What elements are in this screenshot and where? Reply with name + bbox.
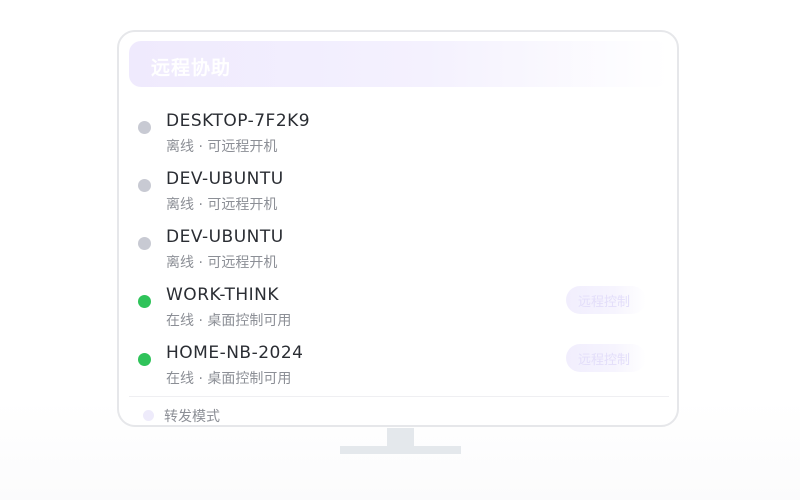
- relay-mode-toggle[interactable]: 转发模式: [119, 404, 677, 425]
- monitor-frame: 远程协助 DESKTOP-7F2K9 离线 · 可远程开机 DEV-UBUNTU…: [117, 30, 679, 427]
- stage: 远程协助 DESKTOP-7F2K9 离线 · 可远程开机 DEV-UBUNTU…: [0, 0, 800, 500]
- device-status: 在线 · 桌面控制可用: [166, 371, 292, 387]
- device-row[interactable]: HOME-NB-2024 在线 · 桌面控制可用 远程控制: [119, 334, 677, 392]
- device-row[interactable]: WORK-THINK 在线 · 桌面控制可用 远程控制: [119, 276, 677, 334]
- device-status: 离线 · 可远程开机: [166, 197, 278, 213]
- device-row[interactable]: DESKTOP-7F2K9 离线 · 可远程开机: [119, 102, 677, 160]
- remote-control-button[interactable]: 远程控制: [566, 286, 646, 314]
- online-status-dot: [138, 353, 151, 366]
- remote-control-button[interactable]: 远程控制: [566, 344, 646, 372]
- device-status: 在线 · 桌面控制可用: [166, 313, 292, 329]
- online-status-dot: [138, 295, 151, 308]
- device-name: HOME-NB-2024: [166, 343, 304, 363]
- offline-status-dot: [138, 237, 151, 250]
- device-status: 离线 · 可远程开机: [166, 139, 278, 155]
- relay-mode-label: 转发模式: [164, 409, 220, 425]
- footer-divider: [129, 396, 669, 397]
- device-name: DESKTOP-7F2K9: [166, 111, 311, 131]
- device-name: DEV-UBUNTU: [166, 227, 284, 247]
- device-row[interactable]: DEV-UBUNTU 离线 · 可远程开机: [119, 218, 677, 276]
- device-name: WORK-THINK: [166, 285, 279, 305]
- relay-mode-radio-icon[interactable]: [143, 410, 154, 421]
- device-row[interactable]: DEV-UBUNTU 离线 · 可远程开机: [119, 160, 677, 218]
- panel-header: 远程协助: [129, 41, 669, 87]
- panel-title: 远程协助: [151, 57, 232, 79]
- monitor-stand-base: [340, 446, 461, 454]
- monitor-stand-neck: [387, 428, 414, 446]
- device-status: 离线 · 可远程开机: [166, 255, 278, 271]
- device-name: DEV-UBUNTU: [166, 169, 284, 189]
- offline-status-dot: [138, 121, 151, 134]
- offline-status-dot: [138, 179, 151, 192]
